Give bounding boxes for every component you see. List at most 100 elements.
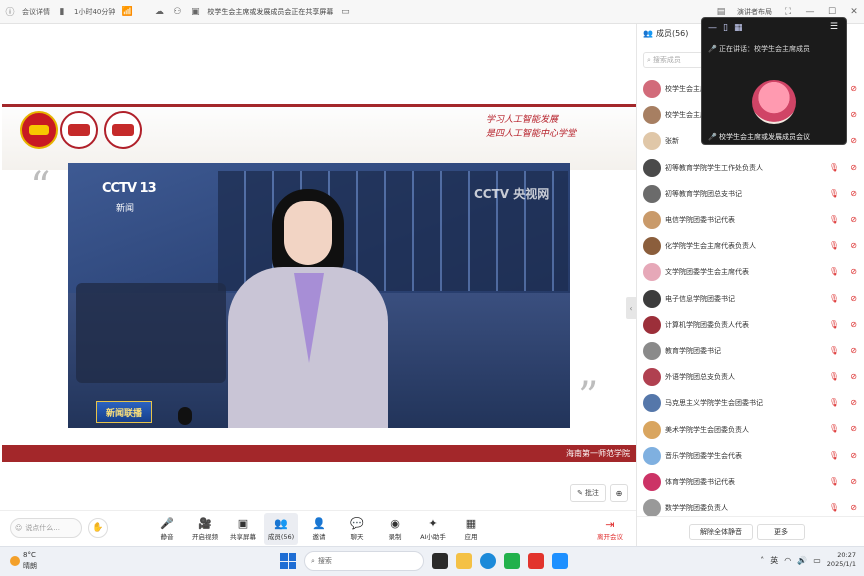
search-placeholder: 搜索成员: [652, 56, 681, 64]
member-row[interactable]: 音乐学院团委学生会代表 🎙 ⊘: [637, 443, 864, 469]
chevron-up-icon[interactable]: ˄: [760, 556, 764, 565]
task-view-icon[interactable]: [432, 553, 448, 569]
member-row[interactable]: 教育学院团委书记 🎙 ⊘: [637, 338, 864, 364]
member-row[interactable]: 初等教育学院团总支书记 🎙 ⊘: [637, 181, 864, 207]
camera-off-icon[interactable]: ⊘: [850, 320, 857, 329]
share-screen-button[interactable]: ▣ 共享屏幕: [226, 513, 260, 545]
wechat-icon[interactable]: [504, 553, 520, 569]
clock-time: 20:27: [837, 551, 856, 559]
record-button[interactable]: ◉ 录制: [378, 513, 412, 545]
camera-off-icon[interactable]: ⊘: [850, 346, 857, 355]
avatar: [643, 446, 661, 465]
mic-muted-icon[interactable]: 🎙: [829, 163, 839, 172]
menu-icon[interactable]: ☰: [830, 22, 838, 32]
mic-muted-icon[interactable]: 🎙: [829, 294, 839, 303]
clock[interactable]: 20:27 2025/1/1: [827, 551, 856, 569]
unmute-all-button[interactable]: 解除全体静音: [689, 524, 753, 540]
ai-assistant-button[interactable]: ✦ AI小助手: [416, 513, 450, 545]
member-row[interactable]: 马克思主义学院学生会团委书记 🎙 ⊘: [637, 390, 864, 416]
edge-browser-icon[interactable]: [480, 553, 496, 569]
member-row[interactable]: 化学院学生会主席代表负责人 🎙 ⊘: [637, 233, 864, 259]
camera-off-icon[interactable]: ⊘: [850, 163, 857, 172]
members-icon: 👥: [274, 517, 288, 530]
cctv-logo: CCTV 13: [102, 181, 157, 196]
camera-off-icon[interactable]: ⊘: [850, 84, 857, 93]
chat-icon: 💬: [350, 517, 364, 530]
member-row[interactable]: 计算机学院团委负责人代表 🎙 ⊘: [637, 312, 864, 338]
member-row[interactable]: 初等教育学院学生工作处负责人 🎙 ⊘: [637, 155, 864, 181]
system-tray: ˄ 英 ◠ 🔊 ▭ 20:27 2025/1/1: [760, 551, 856, 569]
camera-off-icon[interactable]: ⊘: [850, 424, 857, 433]
camera-off-icon[interactable]: ⊘: [850, 477, 857, 486]
camera-off-icon[interactable]: ⊘: [850, 241, 857, 250]
camera-off-icon[interactable]: ⊘: [850, 451, 857, 460]
mic-muted-icon[interactable]: 🎙: [829, 346, 839, 355]
panel-collapse-handle[interactable]: ‹: [626, 297, 636, 319]
camera-off-icon[interactable]: ⊘: [850, 372, 857, 381]
mic-muted-icon[interactable]: 🎙: [829, 477, 839, 486]
member-row[interactable]: 电信学院团委书记代表 🎙 ⊘: [637, 207, 864, 233]
app-name[interactable]: 会议详情: [22, 7, 50, 17]
mic-muted-icon[interactable]: 🎙: [829, 189, 839, 198]
mute-button[interactable]: 🎤 静音: [150, 513, 184, 545]
speaker-floating-window[interactable]: — ▯ ▦ ☰ 🎤 正在讲话：校学生会主席成员 🎤 校学生会主席或发展成员会议: [701, 17, 847, 145]
window-icon[interactable]: ▯: [723, 23, 728, 33]
meeting-app-icon[interactable]: [552, 553, 568, 569]
grid-icon[interactable]: ▦: [734, 23, 743, 33]
layout-label[interactable]: 演讲者布局: [737, 7, 772, 17]
member-row[interactable]: 体育学院团委书记代表 🎙 ⊘: [637, 469, 864, 495]
member-row[interactable]: 美术学院学生会团委负责人 🎙 ⊘: [637, 416, 864, 442]
mic-muted-icon[interactable]: 🎙: [829, 451, 839, 460]
windows-start-icon[interactable]: [280, 553, 296, 569]
camera-off-icon[interactable]: ⊘: [850, 294, 857, 303]
camera-off-icon[interactable]: ⊘: [850, 110, 857, 119]
student-union-emblem: [60, 111, 98, 149]
camera-off-icon[interactable]: ⊘: [850, 398, 857, 407]
more-button[interactable]: 更多: [757, 524, 805, 540]
mic-muted-icon[interactable]: 🎙: [829, 503, 839, 512]
video-button[interactable]: 🎥 开启视频: [188, 513, 222, 545]
member-search-input[interactable]: ⌕ 搜索成员: [643, 52, 703, 68]
file-explorer-icon[interactable]: [456, 553, 472, 569]
mic-muted-icon[interactable]: 🎙: [829, 424, 839, 433]
invite-button[interactable]: 👤 邀请: [302, 513, 336, 545]
member-row[interactable]: 文学院团委学生会主席代表 🎙 ⊘: [637, 259, 864, 285]
battery-icon[interactable]: ▭: [813, 556, 821, 565]
zoom-button[interactable]: ⊕: [610, 484, 628, 502]
weather-widget[interactable]: 8°C 晴朗: [10, 550, 37, 572]
mic-muted-icon[interactable]: 🎙: [829, 372, 839, 381]
members-button[interactable]: 👥 成员(56): [264, 513, 298, 545]
camera-off-icon[interactable]: ⊘: [850, 215, 857, 224]
camera-off-icon[interactable]: ⊘: [850, 267, 857, 276]
stop-share-icon[interactable]: ▭: [339, 6, 351, 18]
camera-off-icon[interactable]: ⊘: [850, 136, 857, 145]
avatar: [643, 289, 661, 308]
annotate-label: 批注: [584, 489, 599, 497]
minimize-icon[interactable]: —: [708, 23, 717, 33]
chat-button[interactable]: 💬 聊天: [340, 513, 374, 545]
reaction-input[interactable]: ☺ 说点什么...: [10, 518, 82, 538]
mic-muted-icon[interactable]: 🎙: [829, 320, 839, 329]
network-icon[interactable]: 📶: [121, 6, 133, 18]
search-icon: ⌕: [311, 556, 315, 565]
taskbar-search[interactable]: ⌕ 搜索: [304, 551, 424, 571]
annotate-button[interactable]: ✎ 批注: [570, 484, 606, 502]
apps-button[interactable]: ▦ 应用: [454, 513, 488, 545]
camera-off-icon[interactable]: ⊘: [850, 189, 857, 198]
mic-muted-icon[interactable]: 🎙: [829, 267, 839, 276]
member-list: 校学生会主席（主持人）🎙⊘校学生会主席（主持人）🎙⊘张新🎙⊘初等教育学院学生工作…: [637, 76, 864, 547]
volume-icon[interactable]: 🔊: [797, 556, 807, 565]
leave-meeting-button[interactable]: ⇥ 离开会议: [590, 513, 630, 545]
wps-icon[interactable]: [528, 553, 544, 569]
camera-off-icon[interactable]: ⊘: [850, 503, 857, 512]
member-row[interactable]: 电子信息学院团委书记 🎙 ⊘: [637, 286, 864, 312]
mic-muted-icon[interactable]: 🎙: [829, 241, 839, 250]
member-row[interactable]: 外语学院团总支负责人 🎙 ⊘: [637, 364, 864, 390]
mic-muted-icon[interactable]: 🎙: [829, 398, 839, 407]
mic-muted-icon[interactable]: 🎙: [829, 215, 839, 224]
ime-label[interactable]: 英: [770, 555, 778, 566]
info-icon[interactable]: ⓘ: [4, 6, 16, 18]
wifi-icon[interactable]: ◠: [784, 556, 791, 565]
close-icon[interactable]: ✕: [848, 6, 860, 18]
raise-hand-button[interactable]: ✋: [88, 518, 108, 538]
